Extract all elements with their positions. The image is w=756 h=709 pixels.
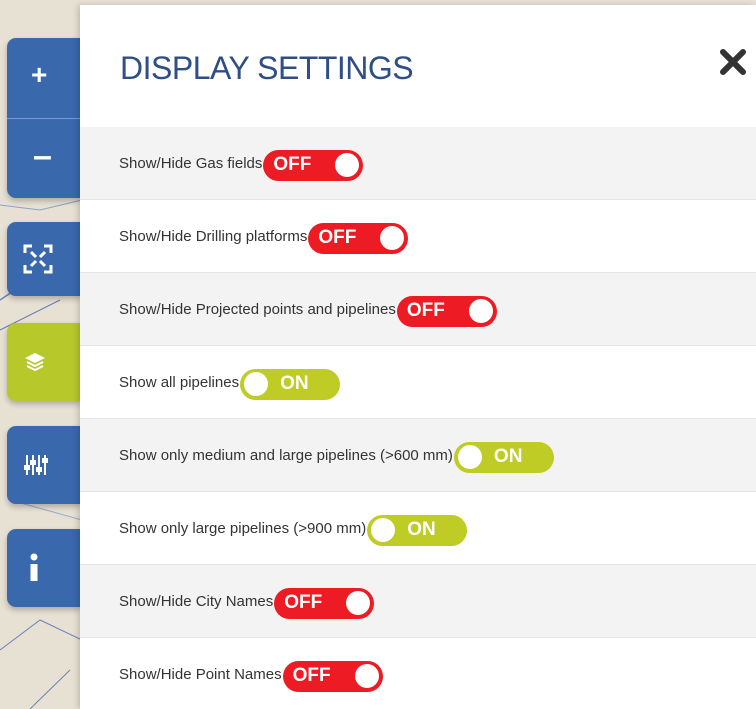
zoom-out-button[interactable]: – xyxy=(33,139,52,173)
toggle-state: ON xyxy=(280,373,309,394)
setting-label: Show/Hide Drilling platforms xyxy=(119,227,308,245)
projected-points-toggle[interactable]: OFF xyxy=(396,295,497,327)
medium-large-pipelines-toggle[interactable]: ON xyxy=(453,441,554,473)
toggle-knob xyxy=(380,226,405,250)
setting-row-projected-points: Show/Hide Projected points and pipelines… xyxy=(80,273,756,346)
setting-row-point-names: Show/Hide Point Names OFF xyxy=(80,638,756,709)
drilling-platforms-toggle[interactable]: OFF xyxy=(308,222,409,254)
toggle-state: ON xyxy=(407,519,436,540)
toggle-knob xyxy=(371,518,396,542)
panel-header: DISPLAY SETTINGS xyxy=(80,5,756,127)
toggle-knob xyxy=(468,299,493,323)
large-pipelines-toggle[interactable]: ON xyxy=(367,514,468,546)
info-button[interactable] xyxy=(7,529,81,607)
fullscreen-button[interactable] xyxy=(7,222,81,296)
point-names-toggle[interactable]: OFF xyxy=(282,660,383,692)
setting-label: Show/Hide Projected points and pipelines xyxy=(119,300,396,318)
toggle-knob xyxy=(354,664,379,688)
layers-icon xyxy=(25,353,45,372)
all-pipelines-toggle[interactable]: ON xyxy=(240,368,341,400)
setting-row-city-names: Show/Hide City Names OFF xyxy=(80,565,756,638)
plus-icon: + xyxy=(31,59,48,90)
zoom-control: + – xyxy=(7,38,81,198)
setting-row-large-pipelines: Show only large pipelines (>900 mm) ON xyxy=(80,492,756,565)
fullscreen-icon xyxy=(23,244,53,274)
toggle-state: OFF xyxy=(273,154,312,175)
close-button[interactable] xyxy=(718,47,748,77)
setting-label: Show all pipelines xyxy=(119,373,240,391)
zoom-divider xyxy=(7,118,81,119)
setting-row-gas-fields: Show/Hide Gas fields OFF xyxy=(80,127,756,200)
gas-fields-toggle[interactable]: OFF xyxy=(263,149,364,181)
setting-row-drilling-platforms: Show/Hide Drilling platforms OFF xyxy=(80,200,756,273)
filters-button[interactable] xyxy=(7,426,81,504)
display-settings-panel: DISPLAY SETTINGS Show/Hide Gas fields OF… xyxy=(80,5,756,709)
setting-label: Show/Hide Point Names xyxy=(119,665,282,683)
minus-icon: – xyxy=(33,137,52,175)
info-icon xyxy=(30,553,38,581)
panel-title: DISPLAY SETTINGS xyxy=(120,50,414,86)
settings-list: Show/Hide Gas fields OFF Show/Hide Drill… xyxy=(80,127,756,709)
city-names-toggle[interactable]: OFF xyxy=(274,587,375,619)
setting-label: Show/Hide City Names xyxy=(119,592,274,610)
toggle-state: OFF xyxy=(406,300,445,321)
setting-label: Show only medium and large pipelines (>6… xyxy=(119,446,453,464)
toggle-state: ON xyxy=(493,446,523,467)
zoom-in-button[interactable]: + xyxy=(31,61,47,89)
toggle-state: OFF xyxy=(318,227,357,248)
toggle-knob xyxy=(346,591,371,615)
sliders-icon xyxy=(24,455,48,475)
toggle-knob xyxy=(335,153,360,177)
setting-label: Show/Hide Gas fields xyxy=(119,154,263,172)
toggle-knob xyxy=(244,372,269,396)
toggle-state: OFF xyxy=(292,665,331,686)
close-icon xyxy=(720,49,746,75)
setting-row-medium-large-pipelines: Show only medium and large pipelines (>6… xyxy=(80,419,756,492)
toggle-state: OFF xyxy=(284,592,323,613)
layers-button[interactable] xyxy=(7,323,81,401)
setting-row-all-pipelines: Show all pipelines ON xyxy=(80,346,756,419)
toggle-knob xyxy=(457,445,482,469)
setting-label: Show only large pipelines (>900 mm) xyxy=(119,519,367,537)
